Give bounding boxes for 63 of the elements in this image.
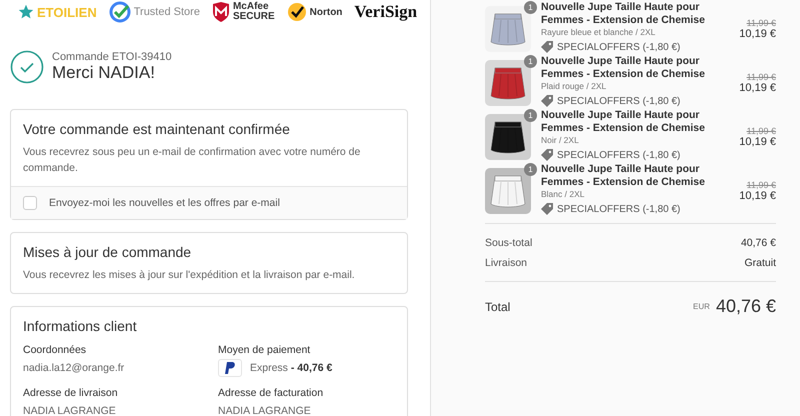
field-label: Coordonnées xyxy=(23,344,88,356)
product-title: Nouvelle Jupe Taille Haute pour Femmes - Extension de Chemise xyxy=(541,55,706,81)
summary-value: 40,76 € xyxy=(740,237,776,249)
tag-icon xyxy=(541,41,553,53)
field-label: Moyen de paiement xyxy=(218,344,312,356)
logo-text: ETOILIEN xyxy=(37,4,97,20)
check-icon xyxy=(286,2,307,22)
logo-text: McAfee xyxy=(232,2,270,12)
order-number: Commande ETOI-39410 xyxy=(52,51,172,63)
card-title: Votre commande est maintenant confirmée xyxy=(23,121,291,137)
email-text: nadia.la12@orange.fr xyxy=(23,362,126,374)
tag-icon xyxy=(541,149,553,161)
original-price: 11,99 € xyxy=(746,18,776,28)
product-variant: Noir / 2XL xyxy=(541,135,580,146)
logo-text: VeriSign xyxy=(354,2,418,22)
card-title: Informations client xyxy=(23,318,138,334)
price: 10,19 € xyxy=(739,82,776,94)
currency-code: EUR xyxy=(693,302,710,311)
logo-text: SECURE xyxy=(232,12,275,22)
address-name: NADIA LAGRANGE xyxy=(218,405,312,416)
product-title: Nouvelle Jupe Taille Haute pour Femmes - Extension de Chemise xyxy=(541,163,706,189)
checkbox[interactable] xyxy=(23,196,37,210)
original-price: 11,99 € xyxy=(746,72,776,82)
summary-label: Sous-total xyxy=(485,237,532,249)
card-text: Vous recevrez sous peu un e-mail de confirmation avec votre numéro de commande. xyxy=(23,145,362,176)
total-amount: 40,76 € xyxy=(716,296,776,317)
price: 10,19 € xyxy=(739,190,776,202)
field-label: Adresse de facturation xyxy=(218,387,324,399)
product-variant: Rayure bleue et blanche / 2XL xyxy=(541,27,656,38)
price: 10,19 € xyxy=(739,28,776,40)
product-title: Nouvelle Jupe Taille Haute pour Femmes - Extension de Chemise xyxy=(541,109,706,135)
discount-code: SPECIALOFFERS (-1,80 €) xyxy=(557,96,680,106)
check-icon xyxy=(108,1,131,23)
paypal-icon xyxy=(218,359,242,377)
original-price: 11,99 € xyxy=(746,180,776,190)
card-text: Vous recevrez les mises à jour sur l'expédition et la livraison par e-mail. xyxy=(23,268,356,283)
product-variant: Plaid rouge / 2XL xyxy=(541,81,608,92)
discount-code: SPECIALOFFERS (-1,80 €) xyxy=(557,204,680,214)
address-name: NADIA LAGRANGE xyxy=(23,405,117,416)
original-price: 11,99 € xyxy=(746,126,776,136)
payment-text: Express - 40,76 € xyxy=(250,362,332,374)
checkbox-label: Envoyez-moi les nouvelles et les offres par e-mail xyxy=(49,197,280,209)
quantity-badge: 1 xyxy=(524,109,537,122)
logo-text: Trusted Store xyxy=(134,6,200,18)
tag-icon xyxy=(541,95,553,107)
logo-text: Norton xyxy=(310,6,342,18)
field-label: Adresse de livraison xyxy=(23,387,119,399)
card-title: Mises à jour de commande xyxy=(23,244,192,260)
quantity-badge: 1 xyxy=(524,55,537,68)
total-label: Total xyxy=(485,300,512,314)
star-icon xyxy=(18,4,34,20)
product-title: Nouvelle Jupe Taille Haute pour Femmes - Extension de Chemise xyxy=(541,1,706,27)
thank-you-heading: Merci NADIA! xyxy=(52,63,156,83)
summary-label: Livraison xyxy=(485,257,528,269)
summary-value: Gratuit xyxy=(744,257,776,269)
quantity-badge: 1 xyxy=(524,163,537,176)
discount-code: SPECIALOFFERS (-1,80 €) xyxy=(557,150,680,160)
tag-icon xyxy=(541,203,553,215)
product-variant: Blanc / 2XL xyxy=(541,189,586,200)
discount-code: SPECIALOFFERS (-1,80 €) xyxy=(557,42,680,52)
price: 10,19 € xyxy=(739,136,776,148)
check-circle-icon xyxy=(10,50,44,84)
quantity-badge: 1 xyxy=(524,1,537,14)
